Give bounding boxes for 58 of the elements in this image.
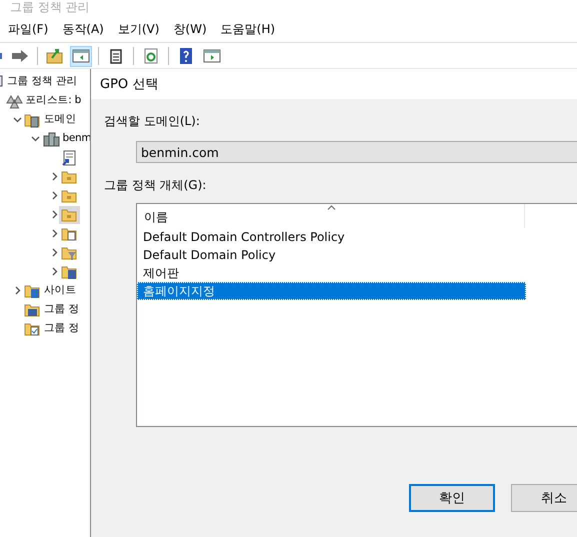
menu-item[interactable]: 파일(F) (8, 20, 48, 42)
column-header[interactable]: 이름 (137, 204, 525, 228)
expand-chevron-icon[interactable] (50, 172, 58, 181)
folder-icon (61, 188, 78, 204)
folder-icon (61, 168, 78, 184)
tree-item[interactable]: 도메인 (22, 110, 78, 128)
expand-chevron-icon[interactable] (12, 286, 22, 295)
list-row[interactable]: Default Domain Policy (137, 246, 526, 264)
expand-chevron-icon[interactable] (50, 248, 58, 257)
tree-item[interactable]: 그룹 정책 관리 (0, 72, 78, 90)
expand-chevron-icon[interactable] (50, 191, 58, 200)
dialog-title: GPO 선택 (100, 76, 158, 93)
refresh-icon (142, 48, 160, 64)
tree-item[interactable]: 사이트 (22, 282, 78, 300)
tree-label: 도메인 (43, 112, 78, 127)
menu-item[interactable]: 도움말(H) (220, 20, 276, 42)
list-row[interactable]: 홈페이지지정 (137, 282, 526, 300)
folder-icon (24, 282, 41, 298)
folder-icon (61, 244, 78, 260)
help-icon (177, 48, 195, 64)
folder-icon (24, 112, 41, 128)
forward-icon (11, 48, 29, 64)
collapse-chevron-icon[interactable] (12, 115, 22, 124)
folder-icon (61, 206, 78, 222)
expand-chevron-icon[interactable] (50, 267, 58, 276)
list-row[interactable]: Default Domain Controllers Policy (137, 228, 526, 246)
tree-item[interactable]: 포리스트: b (4, 92, 82, 110)
group-policy-objects-label: 그룹 정책 개체(G): (104, 177, 208, 193)
folder-icon (61, 226, 78, 242)
tree-label: 그룹 정 (43, 321, 80, 336)
tree-label: 그룹 정책 관리 (6, 74, 78, 89)
ok-button[interactable]: 확인 (409, 484, 495, 512)
list-row[interactable]: 제어판 (137, 264, 526, 282)
tree-item[interactable]: benm (40, 130, 90, 148)
domain-label: 검색할 도메인(L): (104, 113, 201, 129)
folder-icon (61, 264, 78, 280)
tree-label: 사이트 (43, 283, 78, 298)
server-icon (42, 130, 60, 146)
tree-item[interactable]: 그룹 정 (22, 300, 80, 318)
menu-item[interactable]: 보기(V) (118, 20, 160, 42)
tree-icon (72, 48, 90, 64)
menu-item[interactable]: 창(W) (173, 20, 207, 42)
panel-icon (203, 48, 221, 64)
gpo-list[interactable]: 이름 Default Domain Controllers Policy Default Domain Policy 제어판 홈페이지지정 (136, 203, 577, 427)
menu-item[interactable]: 동작(A) (62, 20, 104, 42)
expand-chevron-icon[interactable] (50, 210, 58, 219)
up-icon (46, 48, 64, 64)
collapse-chevron-icon[interactable] (31, 134, 40, 143)
cancel-button[interactable]: 취소 (511, 484, 577, 512)
tree-item[interactable]: 그룹 정 (22, 320, 80, 338)
tree-button[interactable] (70, 46, 92, 66)
tree-label: benm (62, 131, 90, 146)
tree-label: 포리스트: b (24, 93, 82, 108)
expand-chevron-icon[interactable] (50, 229, 58, 238)
triangles-icon (6, 92, 22, 108)
tree-label: 그룹 정 (43, 302, 80, 317)
sort-caret-icon (327, 205, 336, 210)
window-title: 그룹 정책 관리 (10, 0, 90, 14)
